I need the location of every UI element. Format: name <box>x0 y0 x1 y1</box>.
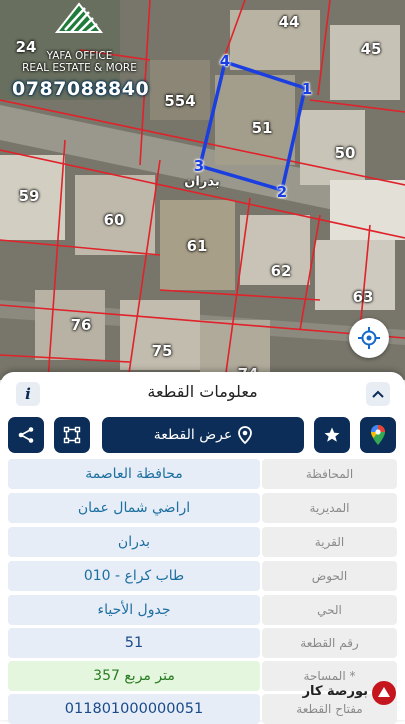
app-watermark: بورصة كار <box>300 678 400 708</box>
parcel-number-label: رقم القطعة <box>262 628 397 658</box>
map-view[interactable]: 24 44 45 554 51 50 59 60 61 62 63 76 75 … <box>0 0 405 380</box>
google-maps-icon <box>371 425 385 445</box>
parcel-number[interactable]: 44 <box>279 13 300 31</box>
neighborhood-value: جدول الأحياء <box>8 595 260 625</box>
directorate-value: اراضي شمال عمان <box>8 493 260 523</box>
boundary-button[interactable] <box>54 417 90 453</box>
parcel-number[interactable]: 50 <box>335 144 356 162</box>
parcel-number[interactable]: 51 <box>252 119 273 137</box>
parcel-number[interactable]: 554 <box>164 92 195 110</box>
row-parcel-number: 51 رقم القطعة <box>8 628 397 658</box>
basin-value: طاب كراع - 010 <box>8 561 260 591</box>
view-parcel-label: عرض القطعة <box>153 427 233 443</box>
panel-header: معلومات القطعة i <box>0 372 405 414</box>
phone-number: 0787088840 <box>12 78 150 100</box>
info-button[interactable]: i <box>16 382 40 406</box>
polygon-icon <box>63 426 81 444</box>
street-name: بدران <box>184 174 220 190</box>
vertex-label: 3 <box>193 157 205 175</box>
parcel-number[interactable]: 59 <box>19 187 40 205</box>
row-directorate: اراضي شمال عمان المديرية <box>8 493 397 523</box>
collapse-button[interactable] <box>366 382 390 406</box>
share-icon <box>18 427 34 443</box>
favorite-button[interactable] <box>314 417 350 453</box>
google-maps-button[interactable] <box>360 417 396 453</box>
brand-subtitle: REAL ESTATE & MORE <box>22 62 137 74</box>
row-neighborhood: جدول الأحياء الحي <box>8 595 397 625</box>
panel-title: معلومات القطعة <box>147 382 258 401</box>
crosshair-icon <box>358 327 380 349</box>
view-parcel-button[interactable]: عرض القطعة <box>102 417 304 453</box>
basin-label: الحوض <box>262 561 397 591</box>
house-logo-icon <box>54 2 104 33</box>
vertex-label: 1 <box>301 80 313 98</box>
governorate-label: المحافظة <box>262 459 397 489</box>
parcel-number[interactable]: 45 <box>361 40 382 58</box>
parcel-number-value: 51 <box>8 628 260 658</box>
parcel-info-panel: معلومات القطعة i عرض القطعة محافظة العاص… <box>0 372 405 724</box>
location-pin-icon <box>238 426 253 444</box>
neighborhood-label: الحي <box>262 595 397 625</box>
brand-name: YAFA OFFICE <box>46 50 113 62</box>
vertex-label: 4 <box>219 52 231 70</box>
parcel-number[interactable]: 75 <box>152 342 173 360</box>
parcel-number[interactable]: 62 <box>271 262 292 280</box>
app-name: بورصة كار <box>302 684 368 699</box>
governorate-value: محافظة العاصمة <box>8 459 260 489</box>
star-icon <box>324 427 340 442</box>
share-button[interactable] <box>8 417 44 453</box>
directorate-label: المديرية <box>262 493 397 523</box>
parcel-number[interactable]: 61 <box>187 237 208 255</box>
parcel-number[interactable]: 60 <box>104 211 125 229</box>
area-value: 357 متر مربع <box>8 661 260 691</box>
village-value: بدران <box>8 527 260 557</box>
parcel-number[interactable]: 76 <box>71 316 92 334</box>
row-basin: طاب كراع - 010 الحوض <box>8 561 397 591</box>
brand-logo: YAFA OFFICE REAL ESTATE & MORE 078708884… <box>12 2 150 100</box>
vertex-label: 2 <box>276 183 288 201</box>
village-label: القرية <box>262 527 397 557</box>
locate-me-button[interactable] <box>349 318 389 358</box>
chevron-up-icon <box>372 390 384 398</box>
row-village: بدران القرية <box>8 527 397 557</box>
parcel-number[interactable]: 63 <box>353 288 374 306</box>
row-governorate: محافظة العاصمة المحافظة <box>8 459 397 489</box>
